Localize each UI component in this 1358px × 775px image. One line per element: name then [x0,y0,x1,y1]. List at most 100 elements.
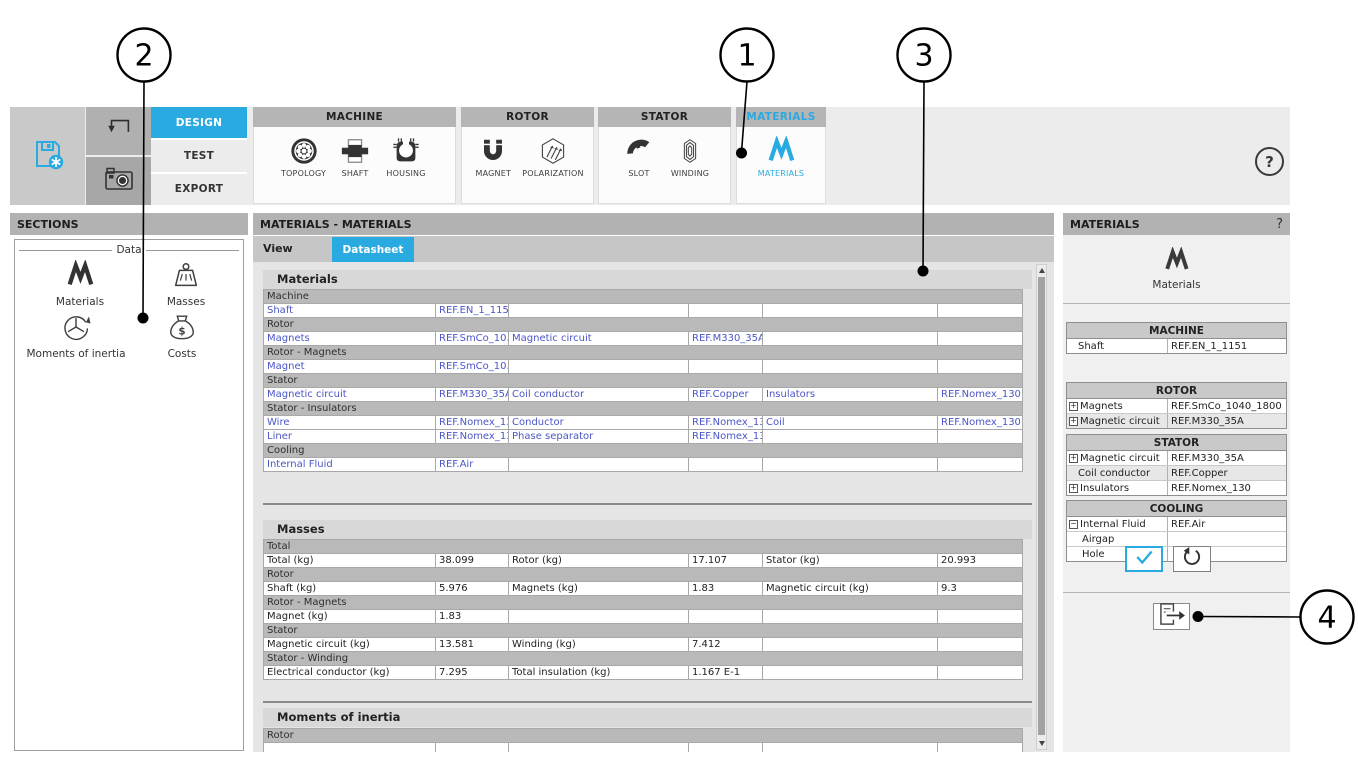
mode-tab-test[interactable]: TEST [151,140,247,171]
collapse-minus-icon[interactable]: − [1069,520,1078,529]
vertical-scrollbar[interactable] [1036,264,1047,750]
tool-topology[interactable]: TOPOLOGY [281,136,326,178]
table-row[interactable]: MagnetREF.SmCo_10... [264,360,1023,374]
table-cell: Magnetic circuit [264,388,436,402]
scroll-down-arrow[interactable] [1039,741,1045,746]
screenshot-button[interactable] [86,157,151,205]
save-button[interactable] [10,107,85,205]
tool-materials[interactable]: MATERIALS [758,136,804,178]
help-button[interactable]: ? [1255,147,1284,176]
materials-icon [65,260,95,290]
material-reference-value: REF.EN_1_1151 [1168,339,1286,353]
tab-view[interactable]: View [263,236,293,262]
material-assignment-row[interactable]: −Internal FluidREF.Air [1067,517,1286,532]
table-cell: 5.976 [436,582,509,596]
toolbar-group-machine: MACHINETOPOLOGYSHAFTHOUSING [253,107,456,205]
datasheet-section-heading: Materials [263,270,1032,289]
table-row[interactable]: Magnetic circuitREF.M330_35ACoil conduct… [264,388,1023,402]
material-reference-value: REF.Nomex_130 [1168,481,1286,495]
return-arrow-button[interactable] [86,107,151,155]
table-cell [763,638,938,652]
expand-plus-icon[interactable]: + [1069,484,1078,493]
export-document-icon [1155,602,1188,631]
table-cell [509,610,689,624]
toolbar: DESIGNTESTEXPORT MACHINETOPOLOGYSHAFTHOU… [10,107,1290,205]
sections-panel-title: SECTIONS [17,218,79,231]
expand-plus-icon[interactable]: + [1069,454,1078,463]
material-reference-value: REF.M330_35A [1168,414,1286,428]
inertia-icon [61,312,91,342]
table-row[interactable]: WireREF.Nomex_130ConductorREF.Nomex_130C… [264,416,1023,430]
materials-group-title: MACHINE [1067,323,1286,339]
expand-plus-icon[interactable]: + [1069,417,1078,426]
material-reference-value: REF.M330_35A [1168,451,1286,465]
material-assignment-row[interactable]: +MagnetsREF.SmCo_1040_1800 [1067,399,1286,414]
table-cell: Total (kg) [264,554,436,568]
material-part-name: Magnetic circuit [1080,453,1160,464]
table-cell: REF.M330_35A [436,388,509,402]
toolbar-group-body: MATERIALS [736,127,826,204]
section-item-moments-of-inertia[interactable]: Moments of inertia [23,312,129,360]
topology-icon [289,136,319,166]
material-assignment-row[interactable]: Airgap [1067,532,1286,547]
toolbar-group-rotor: ROTORMAGNETPOLARIZATION [461,107,594,205]
tool-magnet[interactable]: MAGNET [471,136,515,178]
main-panel-title: MATERIALS - MATERIALS [260,218,412,231]
table-cell: Magnet [264,360,436,374]
tool-housing[interactable]: HOUSING [384,136,428,178]
mode-tab-design[interactable]: DESIGN [151,107,247,138]
scroll-up-arrow[interactable] [1039,268,1045,273]
panel-help-button[interactable]: ? [1276,217,1283,232]
table-cell: REF.Air [436,458,509,472]
table-cell [763,430,938,444]
table-cell [938,458,1023,472]
app-window: DESIGNTESTEXPORT MACHINETOPOLOGYSHAFTHOU… [0,0,1358,775]
material-part-name: Shaft [1078,341,1104,352]
winding-icon [675,136,705,166]
material-assignment-row[interactable]: Coil conductorREF.Copper [1067,466,1286,481]
tool-slot[interactable]: SLOT [617,136,661,178]
section-item-costs[interactable]: $Costs [129,312,235,360]
table-row[interactable]: LinerREF.Nomex_130Phase separatorREF.Nom… [264,430,1023,444]
table-row[interactable]: Internal FluidREF.Air [264,458,1023,472]
table-group-label: Stator - Insulators [264,402,1023,416]
expand-plus-icon[interactable]: + [1069,402,1078,411]
table-row[interactable]: ShaftREF.EN_1_1151 [264,304,1023,318]
material-part-label: +Magnets [1067,399,1168,413]
scrollbar-thumb[interactable] [1038,277,1045,735]
export-report-button[interactable] [1153,603,1190,630]
material-part-name: Magnets [1080,401,1123,412]
table-group-row: Rotor - Magnets [264,346,1023,360]
table-group-row: Rotor [264,729,1023,743]
mode-tab-export[interactable]: EXPORT [151,174,247,205]
tab-datasheet[interactable]: Datasheet [332,237,414,262]
table-cell [763,360,938,374]
materials-icon [766,136,796,166]
material-assignment-row[interactable]: Shaft REF.EN_1_1151 [1067,339,1286,353]
table-cell [689,743,763,753]
tool-label: POLARIZATION [522,169,583,178]
tool-winding[interactable]: WINDING [668,136,712,178]
tool-polarization[interactable]: POLARIZATION [522,136,583,178]
material-part-name: Coil conductor [1078,468,1150,479]
table-cell [938,743,1023,753]
section-item-materials[interactable]: Materials [27,260,133,308]
material-part-label: Airgap [1067,532,1168,546]
table-group-label: Rotor - Magnets [264,596,1023,610]
material-assignment-row[interactable]: +Magnetic circuitREF.M330_35A [1067,414,1286,428]
table-cell [436,743,509,753]
material-assignment-row[interactable]: +Magnetic circuit REF.M330_35A [1067,451,1286,466]
callout-circle [1301,591,1354,644]
tool-shaft[interactable]: SHAFT [333,136,377,178]
save-icon [30,136,66,176]
material-part-name: Airgap [1082,534,1114,545]
section-item-masses[interactable]: Masses [133,260,239,308]
costs-icon: $ [167,312,197,342]
table-cell: Magnetic circuit (kg) [264,638,436,652]
table-row: Shaft (kg)5.976Magnets (kg)1.83Magnetic … [264,582,1023,596]
reset-button[interactable] [1173,546,1211,572]
table-row[interactable]: MagnetsREF.SmCo_10...Magnetic circuitREF… [264,332,1023,346]
apply-button[interactable] [1125,546,1163,572]
materials-icon [1163,259,1190,278]
material-assignment-row[interactable]: +InsulatorsREF.Nomex_130 [1067,481,1286,495]
